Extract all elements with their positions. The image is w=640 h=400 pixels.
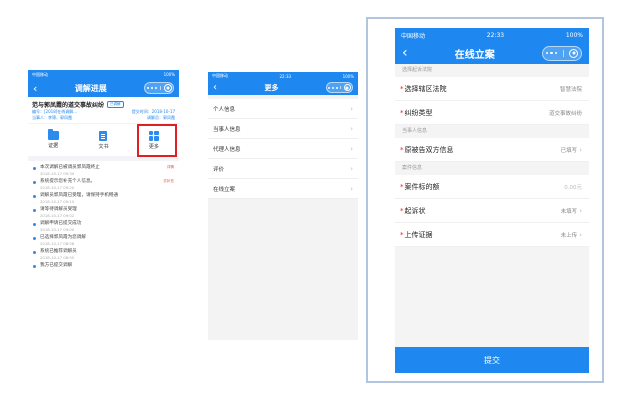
timeline-dot-icon: [33, 223, 36, 226]
miniprogram-capsule[interactable]: [144, 82, 174, 94]
chevron-right-icon: ›: [350, 184, 353, 193]
nav-bar: ‹ 在线立案: [395, 42, 589, 64]
timeline-item: 调解申请已提交成功 2018-10-17 09:00: [33, 221, 174, 232]
timeline-dot-icon: [33, 195, 36, 198]
timeline-item: 已选择郭凤霞为您调解 2018-10-17 08:58: [33, 235, 174, 246]
dispute-value: 道交事故纠纷: [548, 110, 582, 117]
evidence-upload-row[interactable]: *上传证据 未上传 ›: [395, 223, 589, 247]
chevron-right-icon: ›: [579, 145, 582, 154]
section-parties: 当事人信息: [395, 125, 589, 138]
miniprogram-capsule[interactable]: [326, 82, 353, 93]
evidence-value: 未上传: [560, 232, 578, 239]
timeline-dot-icon: [33, 181, 36, 184]
phone-more-menu: 中国移动 22:33 100% ‹ 更多 个人信息 › 当事人信息 › 代理人信息 ›…: [208, 72, 358, 340]
page-title: 调解进展: [74, 83, 107, 93]
timeline-action-link[interactable]: 去补充: [163, 179, 174, 185]
timeline-dot-icon: [33, 237, 36, 240]
nav-bar: ‹ 调解进展: [28, 79, 179, 97]
evidence-button[interactable]: 证据: [28, 124, 78, 156]
progress-timeline: 本次调解已被调员郭凤霞终止 详情 2018-10-17 09:30 系统提示您补…: [28, 161, 179, 344]
folder-icon: [47, 129, 59, 140]
close-circle-icon[interactable]: [343, 84, 351, 91]
battery-label: 100%: [565, 31, 583, 39]
miniprogram-capsule[interactable]: [541, 45, 582, 61]
back-arrow-icon[interactable]: ‹: [33, 83, 37, 94]
status-badge: 已调解: [107, 101, 124, 108]
section-court: 选择起诉法院: [395, 64, 589, 77]
complaint-row[interactable]: *起诉状 未填写 ›: [395, 199, 589, 223]
status-bar: 中国移动 22:33 100%: [208, 72, 358, 80]
timeline-dot-icon: [33, 167, 36, 170]
parties-value: 已填写: [560, 147, 578, 154]
court-value: 智慧法院: [559, 86, 582, 93]
more-dots-icon[interactable]: [328, 86, 339, 89]
close-circle-icon[interactable]: [163, 84, 172, 92]
more-menu-list: 个人信息 › 当事人信息 › 代理人信息 › 评价 › 在线立案 ›: [208, 99, 358, 199]
more-dots-icon[interactable]: [545, 51, 558, 55]
menu-item-personal-info[interactable]: 个人信息 ›: [208, 99, 358, 119]
case-meta-2: 当事人：李锦、郭凤霞 调解员：郭凤霞: [32, 115, 175, 120]
timeline-item: 请等待调解员受理 2018-10-17 09:02: [33, 207, 174, 218]
chevron-right-icon: ›: [350, 144, 353, 153]
back-arrow-icon[interactable]: ‹: [402, 46, 408, 60]
nav-bar: ‹ 更多: [208, 80, 358, 95]
function-row: 证据 文书 更多: [28, 124, 179, 157]
time-label: 22:33: [279, 73, 292, 79]
chevron-right-icon: ›: [350, 164, 353, 173]
document-icon: [99, 130, 108, 141]
amount-row[interactable]: *案件标的额 0.00元: [395, 175, 589, 199]
menu-item-party-info[interactable]: 当事人信息 ›: [208, 119, 358, 139]
page-title: 在线立案: [454, 49, 495, 61]
menu-item-online-filing[interactable]: 在线立案 ›: [208, 179, 358, 199]
court-select-row[interactable]: *选择辖区法院 智慧法院: [395, 77, 589, 101]
more-dots-icon[interactable]: [146, 87, 157, 89]
phone-mediation-progress: 中国移动 100% ‹ 调解进展 范与郭凤霞的道交事故纠纷 已调解 编号：[20…: [28, 70, 179, 344]
section-case: 案件信息: [395, 162, 589, 175]
page-title: 更多: [264, 83, 279, 92]
highlight-box: [136, 124, 177, 157]
chevron-right-icon: ›: [350, 104, 353, 113]
battery-label: 100%: [342, 73, 354, 79]
chevron-right-icon: ›: [579, 206, 582, 215]
chevron-right-icon: ›: [579, 230, 582, 239]
timeline-item: 系统已推荐调解员 2018-10-17 08:55: [33, 249, 174, 260]
menu-item-agent-info[interactable]: 代理人信息 ›: [208, 139, 358, 159]
timeline-dot-icon: [33, 251, 36, 254]
close-circle-icon[interactable]: [569, 48, 579, 58]
documents-button[interactable]: 文书: [78, 124, 128, 156]
carrier-label: 中国移动: [401, 32, 426, 40]
timeline-item: 本次调解已被调员郭凤霞终止 详情 2018-10-17 09:30: [33, 165, 174, 176]
menu-item-evaluation[interactable]: 评价 ›: [208, 159, 358, 179]
more-button[interactable]: 更多: [129, 124, 179, 157]
amount-input[interactable]: 0.00元: [564, 183, 582, 191]
timeline-dot-icon: [33, 209, 36, 212]
timeline-item: 我方已提交调解: [33, 263, 174, 269]
timeline-item: 调解员郭凤霞已受理，请保持手机畅通 2018-10-17 09:10: [33, 193, 174, 204]
parties-info-row[interactable]: *原被告双方信息 已填写 ›: [395, 138, 589, 162]
battery-label: 100%: [163, 72, 175, 77]
complaint-value: 未填写: [560, 208, 578, 215]
carrier-label: 中国移动: [212, 73, 228, 78]
time-label: 22:33: [486, 31, 505, 39]
phone-online-filing: 中国移动 22:33 100% ‹ 在线立案 选择起诉法院 *选择辖区法院 智慧…: [395, 28, 589, 373]
case-title: 范与郭凤霞的道交事故纠纷: [32, 102, 105, 109]
submit-button[interactable]: 提交: [395, 347, 589, 373]
status-bar: 中国移动 22:33 100%: [395, 28, 589, 42]
dispute-type-row[interactable]: *纠纷类型 道交事故纠纷: [395, 101, 589, 125]
timeline-dot-icon: [33, 265, 36, 268]
back-arrow-icon[interactable]: ‹: [213, 82, 217, 93]
timeline-item: 系统提示您补充个人信息。 去补充 2018-10-17 09:20: [33, 179, 174, 190]
carrier-label: 中国移动: [32, 71, 48, 77]
status-bar: 中国移动 100%: [28, 70, 179, 79]
timeline-action-link[interactable]: 详情: [167, 165, 174, 171]
chevron-right-icon: ›: [350, 124, 353, 133]
case-header: 范与郭凤霞的道交事故纠纷 已调解 编号：[2018]在线调解… 提交时间：201…: [28, 97, 179, 123]
